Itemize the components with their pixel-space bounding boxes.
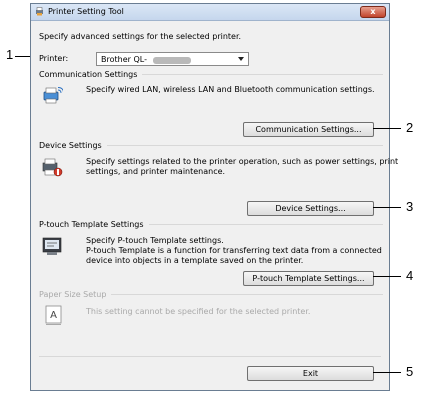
printer-setting-tool-window: Printer Setting Tool x Specify advanced … [30, 3, 398, 391]
exit-button-label: Exit [302, 369, 319, 378]
ptouch-description-line3: device into objects in a template saved … [86, 256, 304, 265]
device-section-title: Device Settings [39, 141, 102, 150]
paper-size-icon-letter: A [50, 310, 57, 321]
intro-text: Specify advanced settings for the select… [39, 32, 242, 41]
template-icon [42, 237, 62, 255]
callout-3: 3 [406, 199, 414, 214]
ptouch-section-title: P-touch Template Settings [39, 220, 144, 229]
close-icon: x [370, 7, 376, 16]
device-description-line2: settings, and printer maintenance. [86, 167, 226, 176]
communication-section-header: Communication Settings [39, 70, 383, 79]
ptouch-description-line1: Specify P-touch Template settings. [86, 236, 224, 245]
paper-section-title: Paper Size Setup [39, 290, 107, 299]
callout-2: 2 [406, 120, 414, 135]
communication-settings-button[interactable]: Communication Settings... [243, 122, 374, 137]
printer-model-redacted [153, 57, 191, 64]
device-settings-button[interactable]: Device Settings... [247, 201, 374, 216]
communication-section-title: Communication Settings [39, 70, 138, 79]
paper-section-header: Paper Size Setup [39, 290, 383, 299]
printer-label: Printer: [39, 54, 69, 63]
printer-select-value: Brother QL- [101, 55, 147, 64]
communication-settings-button-label: Communication Settings... [255, 125, 362, 134]
callout-1: 1 [6, 47, 14, 62]
close-button[interactable]: x [360, 6, 386, 18]
chevron-down-icon [238, 57, 244, 61]
communication-description: Specify wired LAN, wireless LAN and Blue… [86, 85, 375, 94]
divider [39, 356, 381, 357]
device-settings-button-label: Device Settings... [275, 204, 346, 213]
printer-icon [36, 7, 43, 16]
network-printer-icon [43, 87, 63, 104]
title-bar: Printer Setting Tool x [31, 4, 389, 21]
callout-2-line [373, 128, 401, 129]
printer-select[interactable]: Brother QL- [96, 52, 249, 66]
printer-settings-icon [42, 158, 63, 177]
paper-description: This setting cannot be specified for the… [86, 307, 311, 316]
ptouch-section-header: P-touch Template Settings [39, 220, 383, 229]
callout-3-line [373, 207, 401, 208]
callout-5-line [373, 372, 401, 373]
paper-size-icon: A [45, 305, 62, 325]
window-title: Printer Setting Tool [48, 7, 124, 16]
callout-4-line [373, 276, 401, 277]
device-description-line1: Specify settings related to the printer … [86, 157, 399, 166]
exit-button[interactable]: Exit [247, 366, 374, 381]
ptouch-template-settings-button-label: P-touch Template Settings... [252, 274, 365, 283]
callout-5: 5 [406, 364, 414, 379]
callout-4: 4 [406, 268, 414, 283]
device-section-header: Device Settings [39, 141, 383, 150]
ptouch-description-line2: P-touch Template is a function for trans… [86, 246, 382, 255]
ptouch-template-settings-button[interactable]: P-touch Template Settings... [243, 271, 374, 286]
